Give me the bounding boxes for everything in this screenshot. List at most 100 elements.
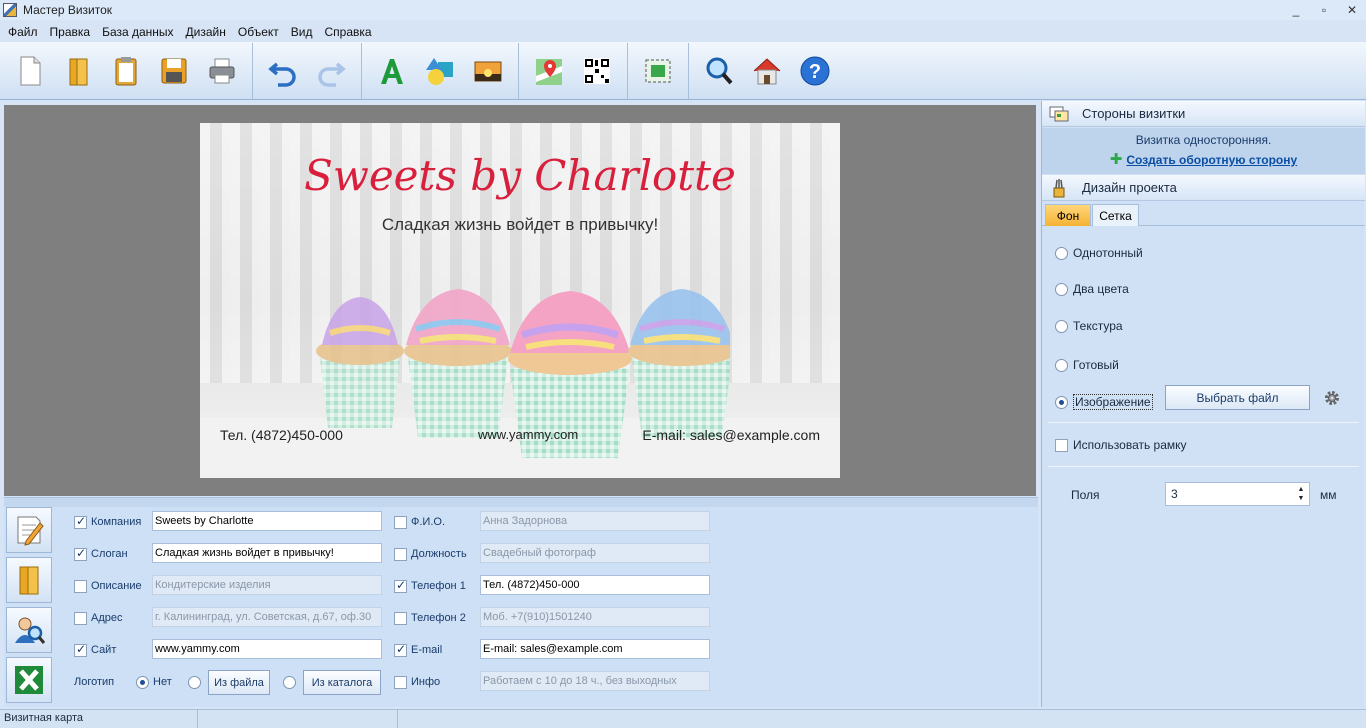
logo-from-file-button[interactable]: Из файла (208, 670, 270, 695)
save-button[interactable] (150, 47, 198, 95)
choose-file-button[interactable]: Выбрать файл (1165, 385, 1310, 410)
print-button[interactable] (198, 47, 246, 95)
add-text-button[interactable] (368, 47, 416, 95)
undo-button[interactable] (259, 47, 307, 95)
paste-button[interactable] (102, 47, 150, 95)
field-input[interactable]: Анна Задорнова (480, 511, 710, 531)
home-icon (753, 57, 781, 84)
design-section-header[interactable]: Дизайн проекта (1042, 175, 1365, 201)
margins-spinbox[interactable]: 3 ▲ ▼ (1165, 482, 1310, 506)
bg-two-colors-radio[interactable] (1055, 282, 1068, 296)
use-frame-label: Использовать рамку (1073, 438, 1187, 452)
field-input[interactable]: Кондитерские изделия (152, 575, 382, 595)
bg-option-solid[interactable]: Однотонный (1055, 244, 1143, 262)
field-checkbox[interactable] (394, 578, 407, 593)
field-input[interactable]: Тел. (4872)450-000 (480, 575, 710, 595)
field-checkbox[interactable] (394, 675, 407, 689)
preview-button[interactable] (695, 47, 743, 95)
create-back-side-link[interactable]: ✚ Создать оборотную сторону (1042, 150, 1365, 168)
logo-none-radio[interactable] (136, 675, 149, 689)
field-checkbox[interactable] (74, 514, 87, 529)
menu-database[interactable]: База данных (96, 25, 179, 39)
bg-solid-radio[interactable] (1055, 246, 1068, 260)
create-back-side-label: Создать оборотную сторону (1126, 153, 1298, 167)
field-checkbox[interactable] (394, 611, 407, 625)
card-phone[interactable]: Тел. (4872)450-000 (220, 427, 343, 443)
field-input[interactable]: E-mail: sales@example.com (480, 639, 710, 659)
menu-object[interactable]: Объект (232, 25, 285, 39)
sides-section-header[interactable]: Стороны визитки (1042, 101, 1365, 127)
add-shape-button[interactable] (416, 47, 464, 95)
new-document-button[interactable] (6, 47, 54, 95)
open-database-button[interactable] (6, 557, 52, 603)
logo-from-catalog-button[interactable]: Из каталога (303, 670, 381, 695)
field-input[interactable]: Свадебный фотограф (480, 543, 710, 563)
bg-option-ready[interactable]: Готовый (1055, 356, 1119, 374)
card-company-name[interactable]: Sweets by Charlotte (200, 151, 840, 200)
field-checkbox[interactable] (394, 547, 407, 561)
bg-option-image[interactable]: Изображение (1055, 393, 1153, 411)
maximize-button[interactable]: ▫ (1310, 0, 1338, 20)
redo-icon (318, 62, 346, 87)
open-button[interactable] (54, 47, 102, 95)
card-email[interactable]: E-mail: sales@example.com (642, 427, 820, 443)
panel-splitter[interactable] (4, 497, 1038, 507)
field-checkbox[interactable] (74, 611, 87, 625)
field-label: Должность (411, 548, 467, 560)
minimize-button[interactable]: _ (1282, 0, 1310, 20)
edit-note-icon (17, 516, 44, 546)
tab-background[interactable]: Фон (1045, 204, 1091, 226)
edit-text-button[interactable] (6, 507, 52, 553)
crop-button[interactable] (634, 47, 682, 95)
shapes-icon (426, 57, 453, 85)
menu-design[interactable]: Дизайн (180, 25, 232, 39)
bg-texture-radio[interactable] (1055, 319, 1068, 333)
field-input[interactable]: www.yammy.com (152, 639, 382, 659)
card-website[interactable]: www.yammy.com (478, 427, 578, 442)
field-row-right-1: Должность (394, 544, 471, 564)
field-checkbox[interactable] (74, 642, 87, 657)
design-canvas[interactable]: Sweets by Charlotte Сладкая жизнь войдет… (4, 105, 1036, 496)
add-qr-button[interactable] (573, 47, 621, 95)
field-checkbox[interactable] (394, 515, 407, 529)
map-icon (536, 58, 562, 85)
spin-arrows-icon[interactable]: ▲ ▼ (1295, 485, 1307, 503)
bg-image-radio[interactable] (1055, 395, 1068, 409)
find-contact-button[interactable] (6, 607, 52, 653)
field-label: Инфо (411, 676, 441, 688)
field-input[interactable]: Сладкая жизнь войдет в привычку! (152, 543, 382, 563)
bg-option-two-colors[interactable]: Два цвета (1055, 280, 1129, 298)
card-slogan[interactable]: Сладкая жизнь войдет в привычку! (200, 215, 840, 235)
excel-import-button[interactable] (6, 657, 52, 703)
image-settings-button[interactable] (1323, 389, 1341, 407)
field-label: Слоган (91, 548, 128, 560)
logo-file-radio[interactable] (187, 675, 201, 689)
add-image-button[interactable] (464, 47, 512, 95)
separator-1 (1048, 422, 1359, 423)
bg-option-texture[interactable]: Текстура (1055, 317, 1123, 335)
home-button[interactable] (743, 47, 791, 95)
redo-button[interactable] (307, 47, 355, 95)
menu-file[interactable]: Файл (2, 25, 44, 39)
field-row-left-3: Адрес (74, 608, 151, 628)
open-folder-icon (69, 58, 88, 85)
field-checkbox[interactable] (394, 642, 407, 657)
add-map-button[interactable] (525, 47, 573, 95)
bg-ready-radio[interactable] (1055, 358, 1068, 372)
field-input[interactable]: Sweets by Charlotte (152, 511, 382, 531)
menu-view[interactable]: Вид (285, 25, 319, 39)
help-button[interactable]: ? (791, 47, 839, 95)
close-button[interactable]: ✕ (1338, 0, 1366, 20)
menu-help[interactable]: Справка (318, 25, 377, 39)
use-frame-checkbox[interactable] (1055, 438, 1068, 452)
use-frame-option[interactable]: Использовать рамку (1055, 436, 1187, 454)
field-checkbox[interactable] (74, 546, 87, 561)
menu-edit[interactable]: Правка (44, 25, 97, 39)
tab-grid[interactable]: Сетка (1092, 204, 1139, 226)
logo-catalog-radio[interactable] (283, 676, 296, 689)
field-input[interactable]: Моб. +7(910)1501240 (480, 607, 710, 627)
field-input[interactable]: Работаем с 10 до 18 ч., без выходных (480, 671, 710, 691)
business-card[interactable]: Sweets by Charlotte Сладкая жизнь войдет… (200, 123, 840, 478)
field-input[interactable]: г. Калининград, ул. Советская, д.67, оф.… (152, 607, 382, 627)
field-checkbox[interactable] (74, 579, 87, 593)
